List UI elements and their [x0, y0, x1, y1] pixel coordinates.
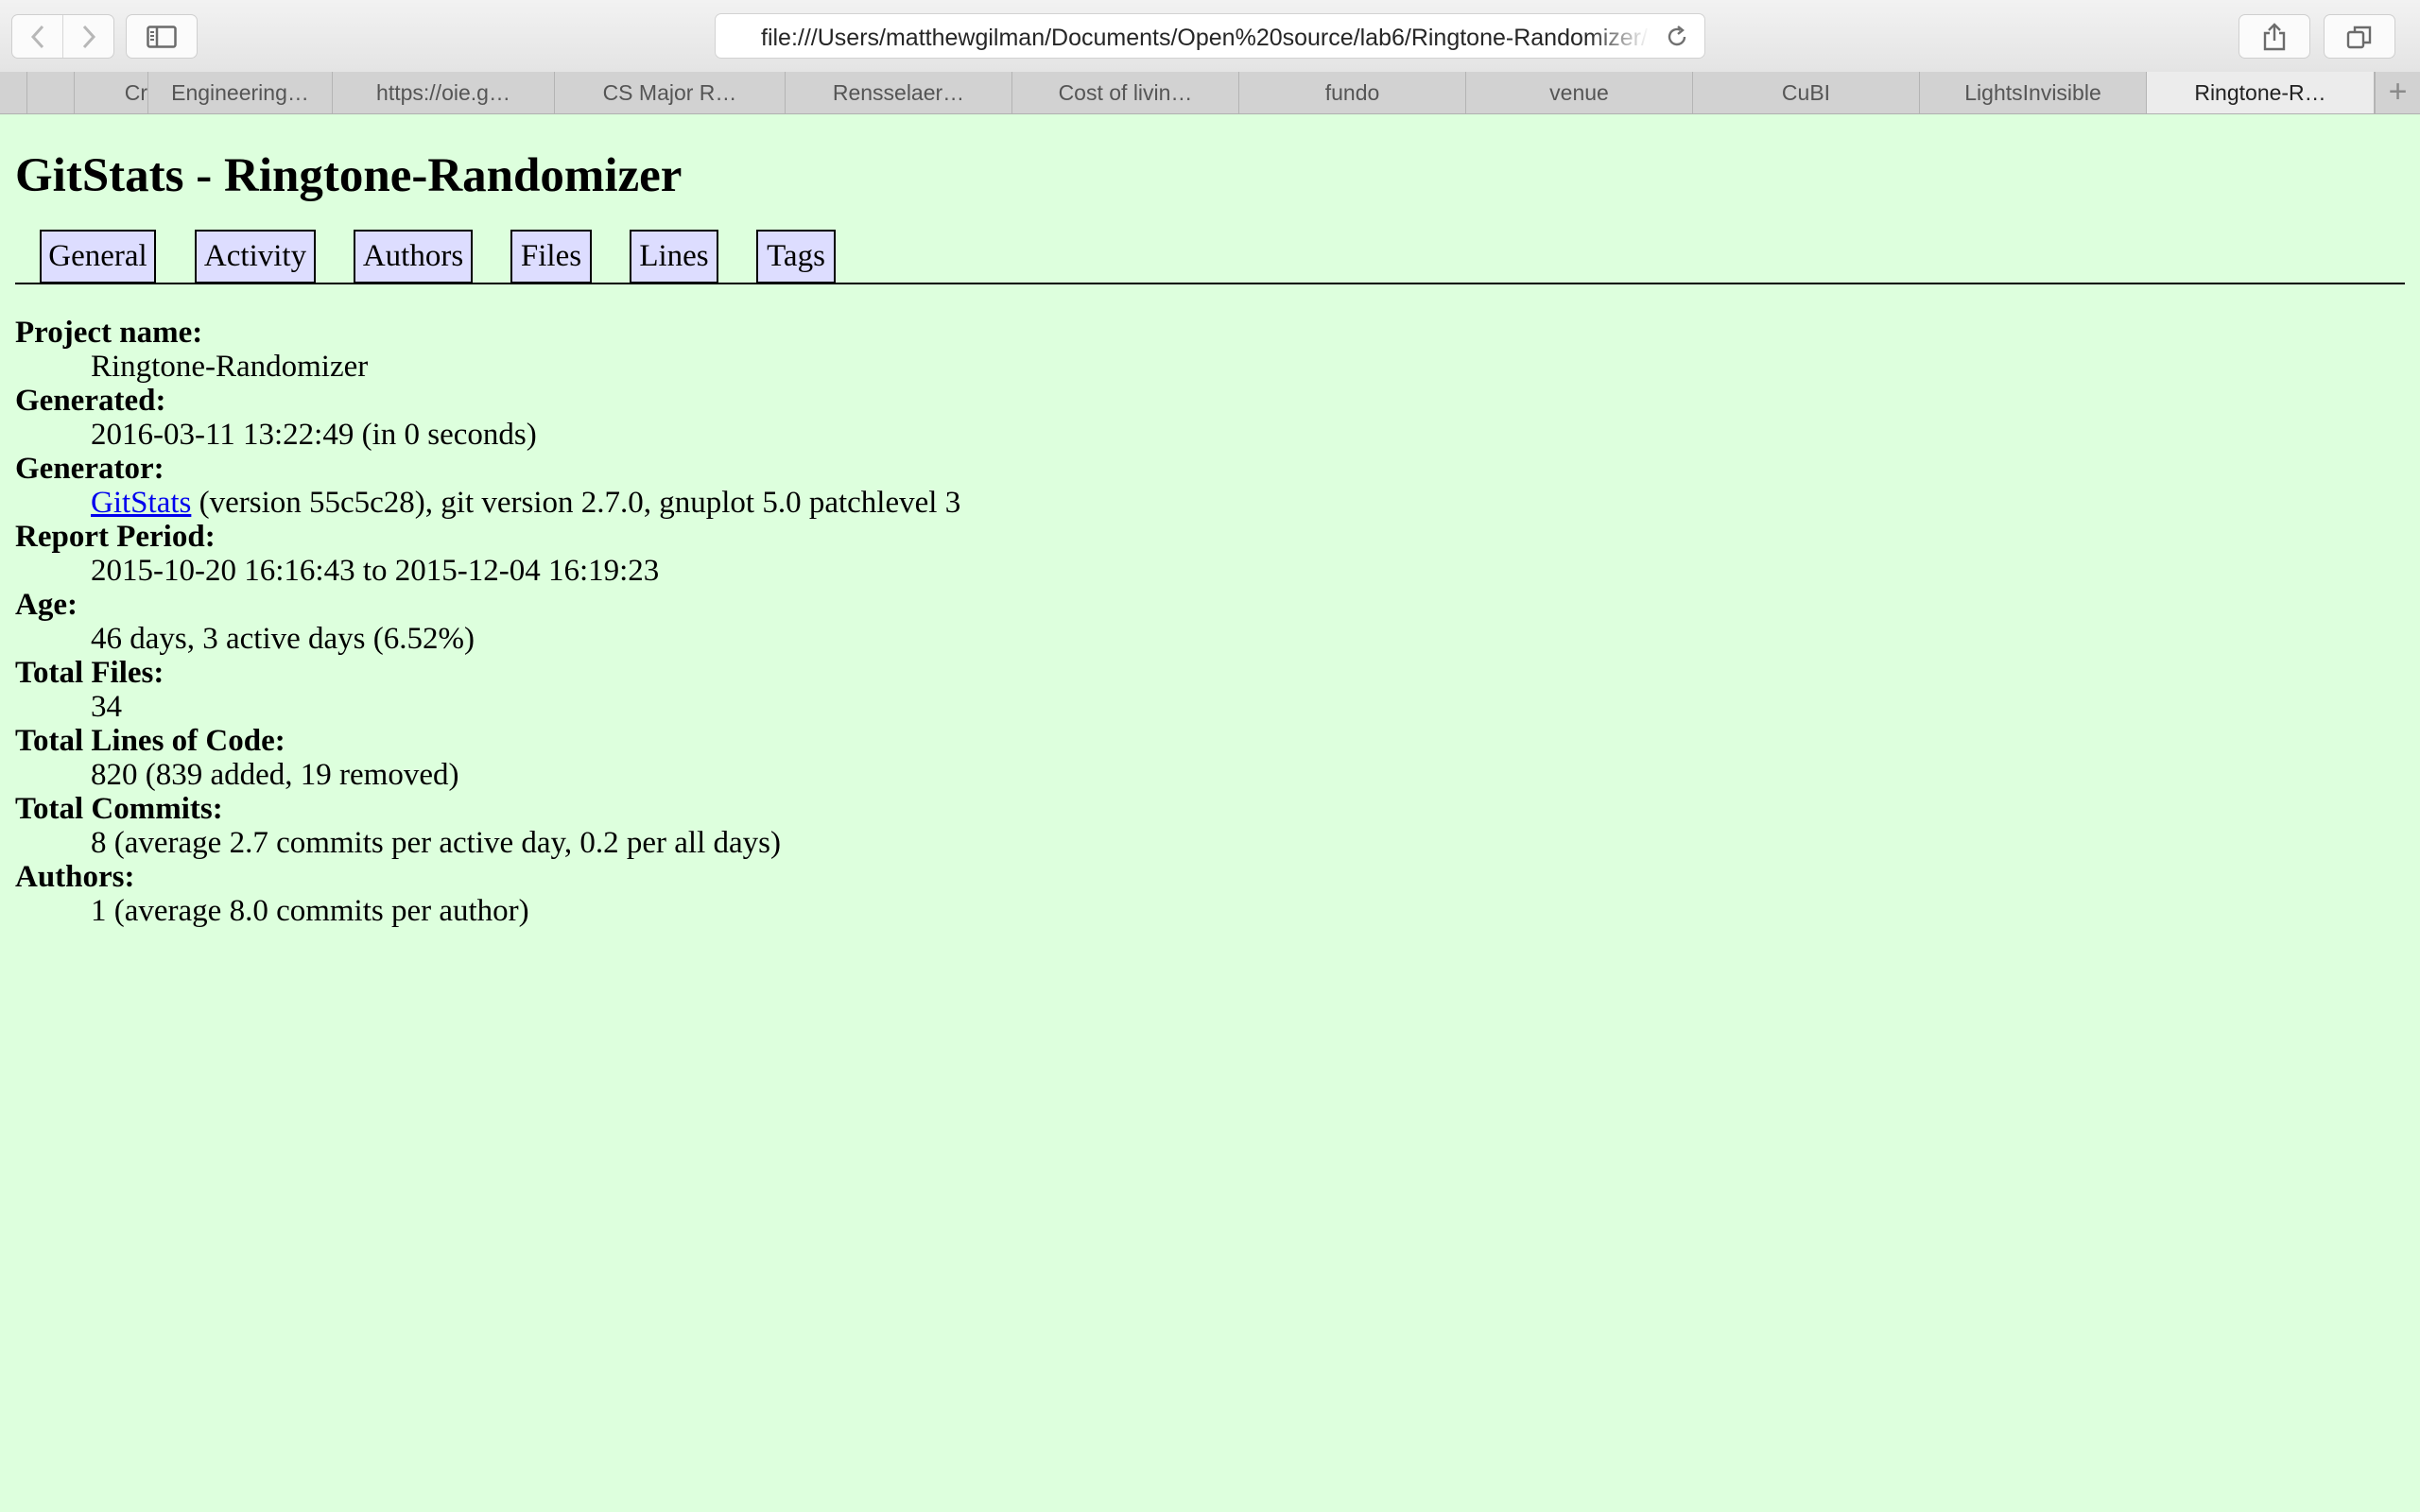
age-value: 46 days, 3 active days (6.52%) — [91, 622, 475, 656]
nav-tab-tags[interactable]: Tags — [756, 230, 836, 284]
gitstats-link[interactable]: GitStats — [91, 486, 191, 520]
generator-label: Generator: — [15, 452, 164, 486]
url-text[interactable]: file:///Users/matthewgilman/Documents/Op… — [761, 25, 1650, 52]
browser-tab[interactable]: Engineering… — [148, 72, 333, 113]
browser-toolbar: file:///Users/matthewgilman/Documents/Op… — [0, 0, 2420, 73]
browser-tab[interactable]: fundo — [1239, 72, 1466, 113]
nav-tab-files[interactable]: Files — [510, 230, 592, 284]
total-files-value: 34 — [91, 690, 122, 724]
tab-overview-icon — [2346, 26, 2372, 48]
generator-value: GitStats (version 55c5c28), git version … — [91, 486, 960, 521]
browser-tab[interactable]: CuBI — [1693, 72, 1920, 113]
browser-tab[interactable]: https://oie.g… — [333, 72, 555, 113]
browser-tab[interactable]: Cr — [75, 72, 148, 113]
reload-icon[interactable] — [1665, 25, 1689, 49]
browser-tab[interactable]: CS Major R… — [555, 72, 786, 113]
address-bar[interactable]: file:///Users/matthewgilman/Documents/Op… — [715, 13, 1705, 59]
project-name-value: Ringtone-Randomizer — [91, 350, 369, 384]
age-label: Age: — [15, 588, 78, 622]
browser-tab[interactable]: LightsInvisible — [1920, 72, 2147, 113]
report-period-label: Report Period: — [15, 520, 216, 554]
nav-divider — [15, 283, 2405, 284]
nav-tab-lines[interactable]: Lines — [630, 230, 718, 284]
generated-label: Generated: — [15, 384, 166, 418]
forward-button[interactable] — [62, 15, 113, 58]
back-button[interactable] — [12, 15, 62, 58]
total-files-label: Total Files: — [15, 656, 164, 690]
browser-tab-active[interactable]: Ringtone-R… — [2147, 72, 2375, 113]
history-nav — [11, 14, 114, 59]
total-commits-label: Total Commits: — [15, 792, 223, 826]
chevron-right-icon — [82, 25, 95, 48]
total-lines-label: Total Lines of Code: — [15, 724, 285, 758]
generator-details: (version 55c5c28), git version 2.7.0, gn… — [191, 486, 961, 520]
sidebar-icon — [147, 25, 177, 48]
total-commits-value: 8 (average 2.7 commits per active day, 0… — [91, 826, 781, 860]
share-icon — [2263, 22, 2286, 50]
nav-tab-authors[interactable]: Authors — [354, 230, 473, 284]
tab-bar: Cr Engineering… https://oie.g… CS Major … — [0, 72, 2420, 114]
total-lines-value: 820 (839 added, 19 removed) — [91, 758, 459, 792]
tab-overview-button[interactable] — [2324, 14, 2395, 59]
generated-value: 2016-03-11 13:22:49 (in 0 seconds) — [91, 418, 537, 452]
browser-tab[interactable] — [27, 72, 75, 113]
page-content: GitStats - Ringtone-Randomizer General A… — [0, 114, 2420, 1512]
sidebar-button[interactable] — [126, 14, 198, 59]
authors-label: Authors: — [15, 860, 135, 894]
browser-tab[interactable] — [0, 72, 27, 113]
new-tab-button[interactable]: + — [2375, 72, 2420, 113]
nav-tab-general[interactable]: General — [40, 230, 156, 284]
authors-value: 1 (average 8.0 commits per author) — [91, 894, 529, 928]
chevron-left-icon — [30, 25, 43, 48]
browser-tab[interactable]: Rensselaer… — [786, 72, 1012, 113]
nav-tab-activity[interactable]: Activity — [195, 230, 316, 284]
browser-tab[interactable]: Cost of livin… — [1012, 72, 1239, 113]
page-title: GitStats - Ringtone-Randomizer — [15, 149, 683, 202]
project-name-label: Project name: — [15, 316, 203, 350]
share-button[interactable] — [2238, 14, 2310, 59]
browser-tab[interactable]: venue — [1466, 72, 1693, 113]
report-period-value: 2015-10-20 16:16:43 to 2015-12-04 16:19:… — [91, 554, 660, 588]
